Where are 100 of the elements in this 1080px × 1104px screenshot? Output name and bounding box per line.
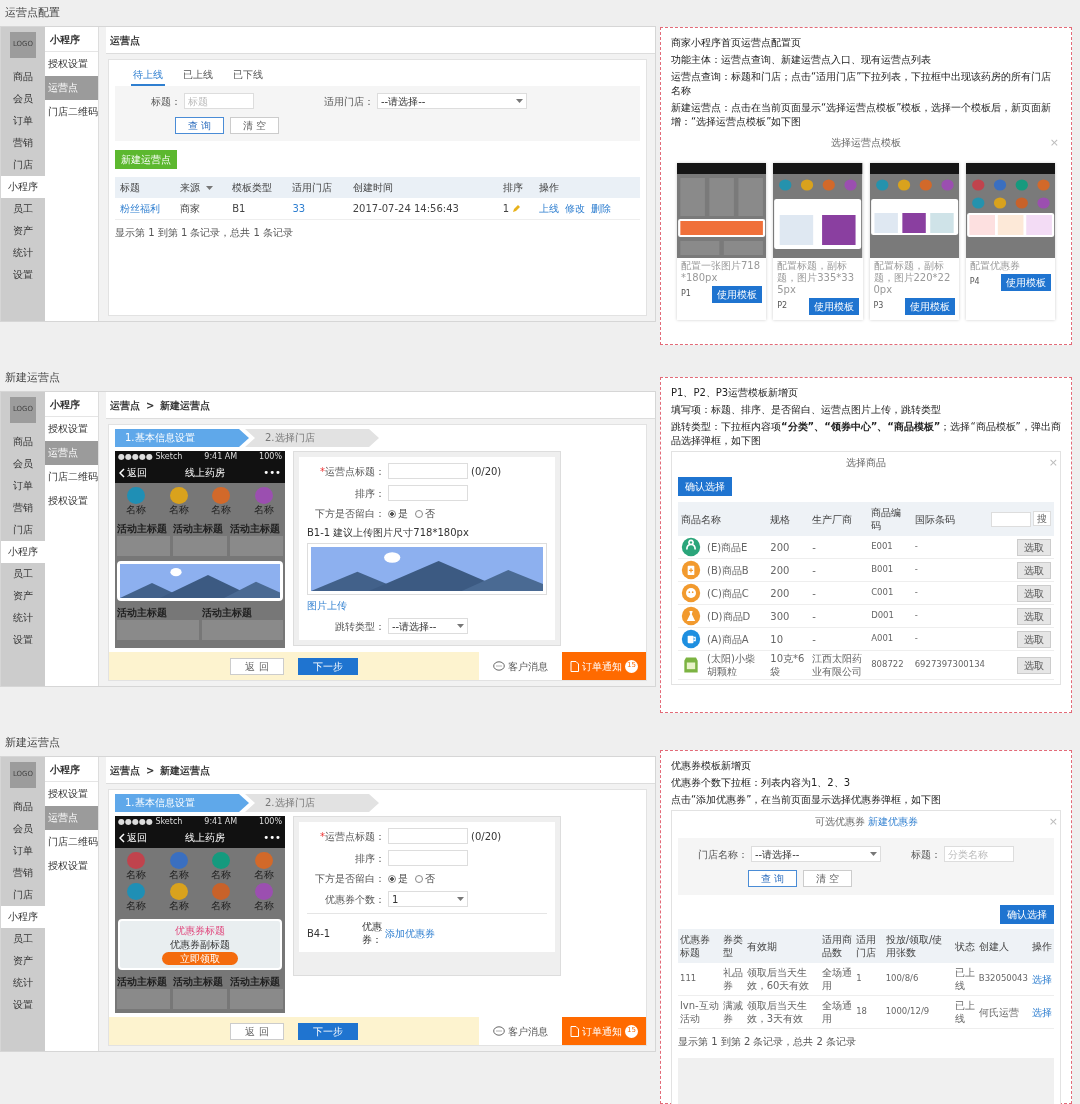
nav-item[interactable]: 营销 xyxy=(1,862,45,884)
submenu-item[interactable]: 授权设置 xyxy=(45,782,98,806)
search-field[interactable] xyxy=(991,511,1031,527)
nav-item[interactable]: 营销 xyxy=(1,132,45,154)
store-count-link[interactable]: 33 xyxy=(292,203,306,214)
nav-item[interactable]: 门店 xyxy=(1,154,45,176)
select-field[interactable]: --请选择-- xyxy=(388,618,468,634)
next-button[interactable]: 下一步 xyxy=(297,1022,358,1040)
more-button[interactable]: ••• xyxy=(263,466,281,480)
nav-item[interactable]: 营销 xyxy=(1,497,45,519)
input-field[interactable] xyxy=(388,485,468,501)
select-field[interactable]: 1 xyxy=(388,891,468,907)
nav-item[interactable]: 资产 xyxy=(1,950,45,972)
search-button[interactable]: 查 询 xyxy=(748,870,798,887)
nav-item[interactable]: 订单 xyxy=(1,475,45,497)
store-select[interactable]: --请选择-- xyxy=(751,846,881,862)
select-button[interactable]: 选取 xyxy=(1017,630,1051,648)
nav-item[interactable]: 设置 xyxy=(1,264,45,286)
clear-button[interactable]: 清 空 xyxy=(803,870,853,887)
more-button[interactable]: ••• xyxy=(263,831,281,845)
nav-item[interactable]: 统计 xyxy=(1,242,45,264)
radio-option[interactable]: 否 xyxy=(415,507,435,520)
submenu-item[interactable]: 门店二维码 xyxy=(45,100,98,124)
nav-item[interactable]: 订单 xyxy=(1,110,45,132)
nav-item[interactable]: 统计 xyxy=(1,607,45,629)
column-header: 商品名称 xyxy=(678,502,768,536)
radio-option[interactable]: 否 xyxy=(415,872,435,885)
new-coupon-link[interactable]: 新建优惠券 xyxy=(867,815,918,828)
back-button[interactable]: 返 回 xyxy=(230,1022,284,1040)
nav-item[interactable]: 商品 xyxy=(1,431,45,453)
radio-option[interactable]: 是 xyxy=(388,507,408,520)
column-header: 适用门店 xyxy=(292,182,333,193)
select-link[interactable]: 选择 xyxy=(1031,1006,1052,1018)
submenu-item[interactable]: 授权设置 xyxy=(45,489,98,513)
breadcrumb-link[interactable]: 运营点 xyxy=(110,398,140,412)
nav-item[interactable]: 员工 xyxy=(1,198,45,220)
action-link[interactable]: 上线 xyxy=(538,203,559,214)
submenu-item[interactable]: 授权设置 xyxy=(45,417,98,441)
confirm-button[interactable]: 确认选择 xyxy=(678,477,732,496)
back-button[interactable]: 返回 xyxy=(119,831,147,845)
nav-item[interactable]: 设置 xyxy=(1,994,45,1016)
column-header: 适用商品数 xyxy=(820,929,855,963)
select-button[interactable]: 选取 xyxy=(1017,561,1051,579)
search-button[interactable]: 查 询 xyxy=(175,117,225,134)
title-field[interactable]: 标题 xyxy=(184,93,254,109)
submenu-item[interactable]: 授权设置 xyxy=(45,52,98,76)
nav-item[interactable]: 门店 xyxy=(1,884,45,906)
title-link[interactable]: 粉丝福利 xyxy=(120,203,160,214)
nav-item[interactable]: 订单 xyxy=(1,840,45,862)
action-link[interactable]: 删除 xyxy=(590,203,611,214)
message-button[interactable]: 客户消息 xyxy=(479,652,562,680)
submenu-item[interactable]: 授权设置 xyxy=(45,854,98,878)
select-link[interactable]: 选择 xyxy=(1031,973,1052,985)
select-button[interactable]: 选取 xyxy=(1017,584,1051,602)
use-template-button[interactable]: 使用模板 xyxy=(1001,274,1051,291)
clear-button[interactable]: 清 空 xyxy=(230,117,280,134)
nav-item[interactable]: 资产 xyxy=(1,220,45,242)
nav-item[interactable]: 会员 xyxy=(1,453,45,475)
nav-item[interactable]: 小程序 xyxy=(1,176,45,198)
input-field[interactable] xyxy=(388,850,468,866)
nav-item[interactable]: 资产 xyxy=(1,585,45,607)
select-button[interactable]: 选取 xyxy=(1017,538,1051,556)
tab[interactable]: 已下线 xyxy=(231,64,265,86)
use-template-button[interactable]: 使用模板 xyxy=(808,298,859,315)
use-template-button[interactable]: 使用模板 xyxy=(904,298,955,315)
activity-title: 活动主标题 xyxy=(117,974,168,988)
select-button[interactable]: 选取 xyxy=(1017,607,1051,625)
confirm-button[interactable]: 确认选择 xyxy=(1000,905,1054,924)
add-coupon-link[interactable]: 添加优惠券 xyxy=(385,926,435,940)
nav-item[interactable]: 设置 xyxy=(1,629,45,651)
upload-link[interactable]: 图片上传 xyxy=(307,599,347,612)
nav-item[interactable]: 员工 xyxy=(1,563,45,585)
nav-item[interactable]: 统计 xyxy=(1,972,45,994)
breadcrumb-link[interactable]: 运营点 xyxy=(110,763,140,777)
radio-option[interactable]: 是 xyxy=(388,872,408,885)
input-field[interactable] xyxy=(388,828,468,844)
nav-item[interactable]: 员工 xyxy=(1,928,45,950)
input-field[interactable] xyxy=(388,463,468,479)
nav-item[interactable]: 门店 xyxy=(1,519,45,541)
select-button[interactable]: 选取 xyxy=(1017,656,1051,674)
nav-item[interactable]: 会员 xyxy=(1,818,45,840)
nav-item[interactable]: 小程序 xyxy=(1,906,45,928)
nav-item[interactable]: 小程序 xyxy=(1,541,45,563)
store-select[interactable]: --请选择-- xyxy=(377,93,527,109)
submenu-item[interactable]: 门店二维码 xyxy=(45,465,98,489)
submenu-item[interactable]: 门店二维码 xyxy=(45,830,98,854)
back-button[interactable]: 返 回 xyxy=(230,657,284,675)
use-template-button[interactable]: 使用模板 xyxy=(712,286,763,303)
column-header: 商品编码 xyxy=(868,502,912,536)
field-label: 排序： xyxy=(355,487,385,499)
nav-item[interactable]: 商品 xyxy=(1,66,45,88)
tab[interactable]: 已上线 xyxy=(181,64,215,86)
next-button[interactable]: 下一步 xyxy=(297,657,358,675)
action-link[interactable]: 修改 xyxy=(564,203,585,214)
search-button[interactable]: 搜 xyxy=(1033,511,1051,527)
nav-item[interactable]: 会员 xyxy=(1,88,45,110)
time-label: 9:41 AM xyxy=(204,452,238,462)
message-button[interactable]: 客户消息 xyxy=(479,1017,562,1045)
back-button[interactable]: 返回 xyxy=(119,466,147,480)
nav-item[interactable]: 商品 xyxy=(1,796,45,818)
